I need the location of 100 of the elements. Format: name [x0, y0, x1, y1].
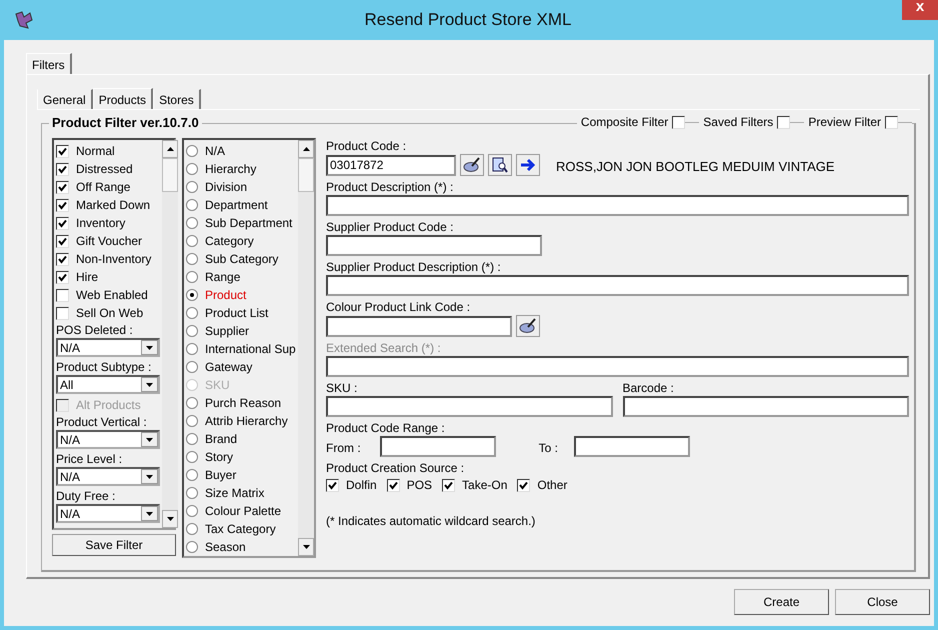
input-field[interactable] — [326, 195, 909, 216]
tab[interactable]: Stores — [153, 89, 201, 109]
radio-button[interactable] — [186, 289, 198, 301]
field-label: Product Vertical : — [56, 414, 148, 430]
scroll-thumb[interactable] — [298, 158, 314, 192]
radio-button[interactable] — [186, 397, 198, 409]
window-title: Resend Product Store XML — [364, 10, 572, 30]
radio-button[interactable] — [186, 415, 198, 427]
radio-button[interactable] — [186, 217, 198, 229]
field-label: Supplier Product Description (*) : — [326, 259, 502, 275]
radio-button[interactable] — [186, 505, 198, 517]
radio-label: Sub Department — [205, 216, 292, 230]
checkbox[interactable] — [56, 306, 69, 320]
input-field[interactable] — [574, 436, 690, 457]
radio-label: Season — [205, 540, 246, 554]
input-field[interactable]: 03017872 — [326, 154, 456, 176]
dropdown[interactable]: N/A — [56, 338, 160, 357]
checkbox[interactable] — [56, 216, 69, 230]
checkbox-label: Marked Down — [76, 198, 150, 212]
field-label: Extended Search (*) : — [326, 340, 442, 356]
radio-button[interactable] — [186, 541, 198, 553]
scroll-down-button[interactable] — [298, 538, 314, 556]
field-label: Product Description (*) : — [326, 179, 454, 195]
radio-label: Tax Category — [205, 522, 276, 536]
radio-button[interactable] — [186, 145, 198, 157]
lookup-button[interactable] — [460, 154, 484, 176]
radio-button[interactable] — [186, 325, 198, 337]
scrollbar[interactable] — [162, 140, 178, 528]
checkbox[interactable] — [56, 270, 69, 284]
checkbox-label: Non-Inventory — [76, 252, 152, 266]
field-label: Supplier Product Code : — [326, 219, 454, 235]
dropdown[interactable]: N/A — [56, 467, 160, 486]
field-label: Duty Free : — [56, 488, 116, 504]
checkbox[interactable] — [777, 116, 790, 128]
dropdown[interactable]: All — [56, 375, 160, 394]
checkbox[interactable] — [56, 162, 69, 176]
input-field[interactable] — [380, 436, 496, 457]
checkbox[interactable] — [386, 478, 400, 492]
radio-label: SKU — [205, 378, 230, 392]
checkbox[interactable] — [885, 116, 898, 128]
radio-button[interactable] — [186, 181, 198, 193]
radio-button[interactable] — [186, 433, 198, 445]
checkbox-label: Dolfin — [346, 478, 377, 492]
radio-button[interactable] — [186, 163, 198, 175]
close-button[interactable]: Close — [835, 589, 930, 615]
scroll-up-button[interactable] — [162, 140, 178, 158]
checkbox[interactable] — [56, 198, 69, 212]
input-field[interactable] — [326, 396, 612, 417]
field-label: Barcode : — [622, 380, 675, 396]
radio-button[interactable] — [186, 235, 198, 247]
radio-button[interactable] — [186, 523, 198, 535]
checkmark-icon — [519, 480, 528, 490]
checkbox[interactable] — [672, 116, 686, 128]
dish-brush-icon — [463, 157, 481, 173]
radio-button[interactable] — [186, 361, 198, 373]
checkbox-label: Inventory — [76, 216, 126, 230]
save-filter-button[interactable]: Save Filter — [52, 534, 176, 556]
radio-label: Product — [205, 288, 246, 302]
go-button[interactable] — [516, 154, 540, 176]
checkbox[interactable] — [517, 478, 530, 492]
dropdown[interactable]: N/A — [56, 504, 160, 523]
radio-button[interactable] — [186, 487, 198, 499]
lookup-button[interactable] — [516, 315, 540, 337]
input-field[interactable] — [326, 275, 909, 296]
scroll-down-button[interactable] — [162, 510, 178, 528]
create-button[interactable]: Create — [734, 589, 829, 615]
tab[interactable]: Filters — [26, 53, 72, 75]
close-button[interactable]: x — [902, 0, 938, 20]
footnote: (* Indicates automatic wildcard search.) — [326, 514, 536, 528]
tab[interactable]: General — [37, 89, 93, 109]
checkbox[interactable] — [56, 234, 69, 248]
tab[interactable]: Products — [92, 88, 154, 110]
radio-button[interactable] — [186, 451, 198, 463]
radio-label: Supplier — [205, 324, 250, 338]
radio-button[interactable] — [186, 469, 198, 481]
scroll-up-button[interactable] — [298, 140, 314, 158]
radio-button[interactable] — [186, 199, 198, 211]
radio-button[interactable] — [186, 307, 198, 319]
checkbox[interactable] — [56, 144, 69, 158]
scrollbar[interactable] — [298, 140, 314, 556]
radio-button[interactable] — [186, 343, 198, 355]
input-field[interactable] — [622, 396, 909, 417]
checkbox-label: Distressed — [76, 162, 133, 176]
radio-button[interactable] — [186, 253, 198, 265]
checkbox-label: Other — [537, 478, 568, 492]
checkbox[interactable] — [442, 478, 456, 492]
checkbox[interactable] — [56, 288, 69, 302]
input-field[interactable] — [326, 235, 542, 256]
input-field[interactable] — [326, 316, 512, 336]
checkbox[interactable] — [326, 478, 339, 492]
caret-down-icon — [146, 438, 153, 442]
dropdown[interactable]: N/A — [56, 430, 160, 449]
search-button[interactable] — [488, 154, 512, 176]
scroll-thumb[interactable] — [162, 158, 178, 192]
field-label: Price Level : — [56, 451, 124, 467]
checkbox[interactable] — [56, 180, 69, 194]
checkbox[interactable] — [56, 252, 69, 266]
radio-button[interactable] — [186, 271, 198, 283]
option-label: Saved Filters — [702, 115, 774, 129]
field-label: Product Subtype : — [56, 359, 152, 375]
